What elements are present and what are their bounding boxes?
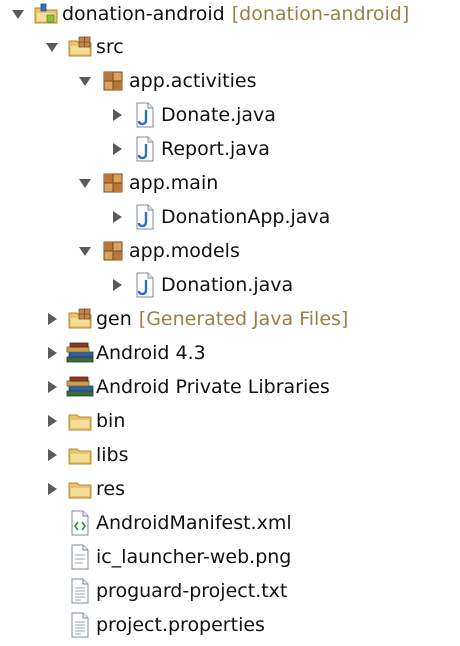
package-label: app.models bbox=[129, 240, 240, 262]
tree-row-package-models[interactable]: app.models bbox=[0, 234, 240, 268]
tree-row-package-main[interactable]: app.main bbox=[0, 166, 218, 200]
collapsed-arrow-icon[interactable] bbox=[44, 447, 60, 463]
file-label: DonationApp.java bbox=[161, 206, 331, 228]
library-books-icon bbox=[66, 340, 94, 366]
package-icon bbox=[99, 170, 127, 196]
file-label: Donate.java bbox=[161, 104, 276, 126]
tree-row-package-activities[interactable]: app.activities bbox=[0, 64, 256, 98]
tree-row-file-donation[interactable]: Donation.java bbox=[0, 268, 293, 302]
collapsed-arrow-icon[interactable] bbox=[109, 141, 125, 157]
android-project-icon bbox=[32, 1, 60, 27]
tree-row-src[interactable]: src bbox=[0, 30, 124, 64]
text-file-icon bbox=[66, 578, 94, 604]
java-file-icon bbox=[131, 204, 159, 230]
collapsed-arrow-icon[interactable] bbox=[44, 413, 60, 429]
generated-source-folder-icon bbox=[66, 306, 94, 332]
src-label: src bbox=[96, 36, 124, 58]
expanded-arrow-icon[interactable] bbox=[77, 243, 93, 259]
tree-row-bin[interactable]: bin bbox=[0, 404, 125, 438]
tree-row-properties[interactable]: project.properties bbox=[0, 608, 265, 642]
tree-row-launcher-image[interactable]: ic_launcher-web.png bbox=[0, 540, 291, 574]
tree-row-gen[interactable]: gen [Generated Java Files] bbox=[0, 302, 348, 336]
properties-file-icon bbox=[66, 612, 94, 638]
res-label: res bbox=[96, 478, 125, 500]
expanded-arrow-icon[interactable] bbox=[77, 73, 93, 89]
library-books-icon bbox=[66, 374, 94, 400]
manifest-label: AndroidManifest.xml bbox=[96, 512, 292, 534]
collapsed-arrow-icon[interactable] bbox=[44, 311, 60, 327]
project-label: donation-android bbox=[62, 3, 225, 25]
bin-label: bin bbox=[96, 410, 126, 432]
collapsed-arrow-icon[interactable] bbox=[44, 345, 60, 361]
tree-row-file-report[interactable]: Report.java bbox=[0, 132, 270, 166]
tree-row-android-library[interactable]: Android 4.3 bbox=[0, 336, 206, 370]
private-libraries-label: Android Private Libraries bbox=[96, 376, 330, 398]
collapsed-arrow-icon[interactable] bbox=[44, 379, 60, 395]
project-decoration: [donation-android] bbox=[231, 3, 410, 25]
xml-file-icon bbox=[66, 510, 94, 536]
java-file-icon bbox=[131, 272, 159, 298]
package-label: app.activities bbox=[129, 70, 257, 92]
tree-row-file-donationapp[interactable]: DonationApp.java bbox=[0, 200, 330, 234]
package-icon bbox=[99, 238, 127, 264]
package-explorer-tree: donation-android [donation-android] src bbox=[0, 0, 460, 646]
file-label: Donation.java bbox=[161, 274, 294, 296]
tree-row-libs[interactable]: libs bbox=[0, 438, 129, 472]
folder-icon bbox=[66, 476, 94, 502]
android-library-label: Android 4.3 bbox=[96, 342, 206, 364]
collapsed-arrow-icon[interactable] bbox=[109, 209, 125, 225]
collapsed-arrow-icon[interactable] bbox=[44, 481, 60, 497]
expanded-arrow-icon[interactable] bbox=[44, 39, 60, 55]
folder-icon bbox=[66, 408, 94, 434]
package-icon bbox=[99, 68, 127, 94]
source-folder-icon bbox=[66, 34, 94, 60]
tree-row-file-donate[interactable]: Donate.java bbox=[0, 98, 276, 132]
file-label: Report.java bbox=[161, 138, 270, 160]
expanded-arrow-icon[interactable] bbox=[77, 175, 93, 191]
package-label: app.main bbox=[129, 172, 219, 194]
collapsed-arrow-icon[interactable] bbox=[109, 107, 125, 123]
gen-label: gen bbox=[96, 308, 132, 330]
proguard-label: proguard-project.txt bbox=[96, 580, 288, 602]
tree-row-res[interactable]: res bbox=[0, 472, 125, 506]
tree-row-private-libraries[interactable]: Android Private Libraries bbox=[0, 370, 330, 404]
folder-icon bbox=[66, 442, 94, 468]
tree-row-manifest[interactable]: AndroidManifest.xml bbox=[0, 506, 292, 540]
tree-row-proguard[interactable]: proguard-project.txt bbox=[0, 574, 287, 608]
collapsed-arrow-icon[interactable] bbox=[109, 277, 125, 293]
gen-decoration: [Generated Java Files] bbox=[138, 308, 349, 330]
java-file-icon bbox=[131, 136, 159, 162]
expanded-arrow-icon[interactable] bbox=[10, 6, 26, 22]
tree-row-project[interactable]: donation-android [donation-android] bbox=[0, 0, 409, 31]
launcher-label: ic_launcher-web.png bbox=[96, 546, 292, 568]
java-file-icon bbox=[131, 102, 159, 128]
properties-label: project.properties bbox=[96, 614, 265, 636]
libs-label: libs bbox=[96, 444, 129, 466]
image-file-icon bbox=[66, 544, 94, 570]
